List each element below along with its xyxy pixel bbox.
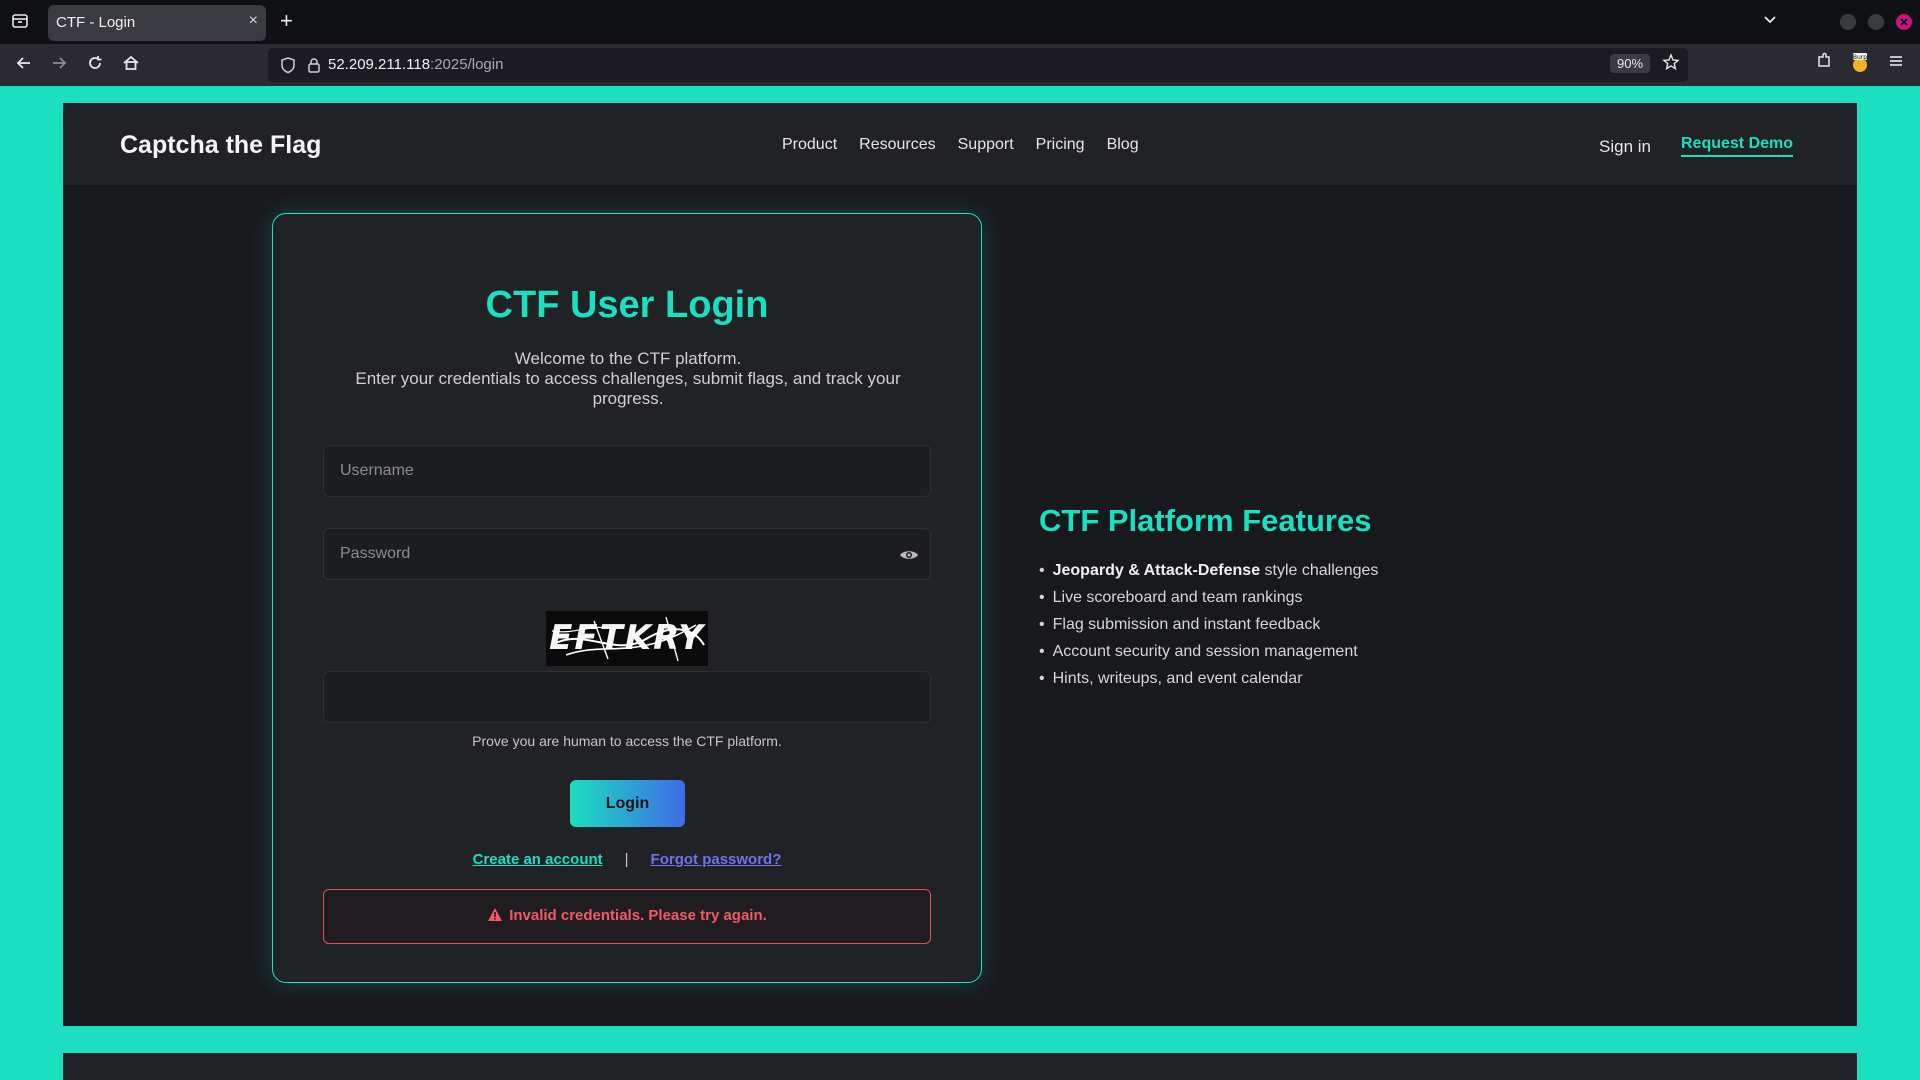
close-icon[interactable]: ×: [249, 12, 258, 30]
new-tab-button[interactable]: +: [280, 10, 293, 32]
features-panel: CTF Platform Features Jeopardy & Attack-…: [1039, 503, 1378, 692]
minimize-window-button[interactable]: [1840, 14, 1856, 30]
url-path: :2025/login: [430, 56, 504, 73]
forward-arrow-icon[interactable]: [47, 54, 71, 78]
bookmark-star-icon[interactable]: [1662, 53, 1680, 76]
show-password-eye-icon[interactable]: [899, 548, 919, 562]
feature-item: Live scoreboard and team rankings: [1039, 584, 1378, 611]
error-message: Invalid credentials. Please try again.: [509, 907, 767, 924]
request-demo-link[interactable]: Request Demo: [1681, 135, 1794, 157]
burp-badge-text: Burp: [1853, 54, 1867, 61]
tab-title: CTF - Login: [56, 14, 136, 31]
captcha-note: Prove you are human to access the CTF pl…: [472, 733, 782, 749]
error-message-row: Invalid credentials. Please try again.: [324, 907, 930, 926]
feature-item-text: Live scoreboard and team rankings: [1052, 589, 1303, 606]
nav-link-product[interactable]: Product: [782, 136, 837, 154]
menu-icon[interactable]: [1884, 52, 1908, 76]
reload-icon[interactable]: [83, 54, 107, 78]
nav-link-resources[interactable]: Resources: [859, 136, 935, 154]
feature-item: Hints, writeups, and event calendar: [1039, 665, 1378, 692]
login-subtitle-line-2: Enter your credentials to access challen…: [355, 369, 901, 408]
burp-extension-icon[interactable]: Burp: [1848, 52, 1872, 76]
login-subtitle: Welcome to the CTF platform. Enter your …: [323, 349, 933, 409]
features-list: Jeopardy & Attack-Defense style challeng…: [1039, 557, 1379, 692]
nav-link-support[interactable]: Support: [958, 136, 1014, 154]
create-account-link[interactable]: Create an account: [473, 851, 603, 868]
chevron-down-icon[interactable]: [1762, 12, 1778, 33]
sign-in-link[interactable]: Sign in: [1599, 137, 1651, 157]
browser-tab-active[interactable]: CTF - Login ×: [48, 5, 266, 41]
back-arrow-icon[interactable]: [12, 54, 36, 78]
login-button[interactable]: Login: [570, 780, 685, 827]
login-card: CTF User Login Welcome to the CTF platfo…: [272, 213, 982, 983]
maximize-window-button[interactable]: [1868, 14, 1884, 30]
username-input[interactable]: [323, 445, 931, 497]
site-brand[interactable]: Captcha the Flag: [120, 131, 321, 160]
features-title: CTF Platform Features: [1039, 503, 1372, 538]
feature-item-text: Flag submission and instant feedback: [1052, 616, 1321, 633]
shield-icon[interactable]: [280, 56, 296, 74]
lock-icon[interactable]: [306, 56, 322, 74]
error-alert: Invalid credentials. Please try again.: [323, 889, 931, 944]
forgot-password-link[interactable]: Forgot password?: [651, 851, 782, 868]
browser-navbar: 52.209.211.118:2025/login 90% Burp: [0, 44, 1920, 86]
captcha-image: EFTKRY: [546, 611, 708, 666]
url-text[interactable]: 52.209.211.118:2025/login: [328, 56, 503, 73]
feature-item-text: style challenges: [1260, 562, 1379, 579]
page-content: Captcha the Flag Product Resources Suppo…: [63, 103, 1857, 1026]
captcha-input[interactable]: [323, 671, 931, 723]
browser-titlebar: CTF - Login × +: [0, 0, 1920, 44]
feature-item-text: Hints, writeups, and event calendar: [1052, 670, 1303, 687]
link-separator: |: [624, 851, 629, 868]
feature-item: Flag submission and instant feedback: [1039, 611, 1378, 638]
nav-link-pricing[interactable]: Pricing: [1036, 136, 1085, 154]
url-host: 52.209.211.118: [328, 56, 431, 73]
zoom-level-badge[interactable]: 90%: [1610, 54, 1651, 73]
login-title: CTF User Login: [485, 284, 769, 326]
feature-item: Jeopardy & Attack-Defense style challeng…: [1039, 557, 1379, 584]
close-window-button[interactable]: [1896, 14, 1912, 30]
site-nav: Product Resources Support Pricing Blog: [782, 136, 1139, 154]
feature-item: Account security and session management: [1039, 638, 1378, 665]
extensions-icon[interactable]: [1812, 52, 1836, 76]
feature-item-text: Account security and session management: [1052, 643, 1358, 660]
account-links: Create an account | Forgot password?: [273, 851, 981, 868]
warning-icon: [487, 907, 503, 926]
feature-item-bold: Jeopardy & Attack-Defense: [1052, 562, 1261, 579]
site-footer: [63, 1053, 1857, 1080]
home-icon[interactable]: [119, 54, 143, 78]
nav-link-blog[interactable]: Blog: [1107, 136, 1139, 154]
tab-list-icon[interactable]: [10, 12, 30, 32]
address-bar[interactable]: 52.209.211.118:2025/login 90%: [268, 48, 1688, 82]
site-header: Captcha the Flag Product Resources Suppo…: [63, 103, 1857, 185]
login-subtitle-line-1: Welcome to the CTF platform.: [514, 349, 742, 368]
password-input[interactable]: [323, 528, 931, 580]
